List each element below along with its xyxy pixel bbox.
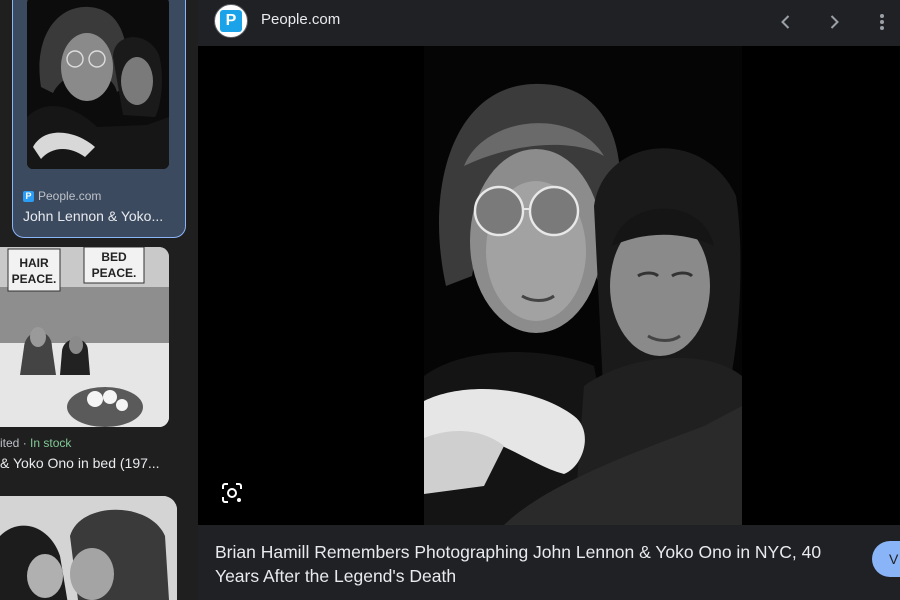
main-image[interactable] — [424, 46, 742, 525]
site-logo[interactable]: P — [214, 4, 248, 38]
preview-footer: Brian Hamill Remembers Photographing Joh… — [198, 525, 900, 600]
result-source-name: ited — [0, 436, 20, 450]
image-preview-panel: P People.com Brian Hamill Remembers Phot… — [198, 0, 900, 600]
result-meta: ited · In stock — [0, 436, 71, 450]
people-favicon-icon: P — [23, 190, 34, 202]
result-card-selected[interactable]: P People.com John Lennon & Yoko... — [12, 0, 186, 238]
preview-header: P People.com — [198, 0, 900, 46]
site-name[interactable]: People.com — [261, 11, 340, 28]
result-thumbnail[interactable] — [27, 0, 169, 169]
result-thumbnail[interactable] — [0, 496, 177, 600]
google-lens-button[interactable] — [220, 481, 244, 505]
svg-text:PEACE.: PEACE. — [92, 266, 137, 280]
result-source: P People.com — [23, 189, 101, 203]
result-source-name: People.com — [38, 189, 102, 203]
visit-button[interactable]: V — [872, 541, 900, 577]
more-vert-icon — [880, 14, 884, 30]
chevron-left-icon — [781, 15, 790, 29]
in-stock-label: In stock — [30, 436, 72, 450]
result-title[interactable]: & Yoko Ono in bed (197... — [0, 455, 160, 471]
main-image-area — [198, 46, 900, 525]
chevron-right-icon — [830, 15, 839, 29]
next-button[interactable] — [820, 8, 848, 36]
svg-text:BED: BED — [101, 250, 127, 264]
image-title[interactable]: Brian Hamill Remembers Photographing Joh… — [215, 540, 855, 588]
people-logo-icon: P — [220, 10, 242, 32]
result-thumbnail[interactable]: HAIR PEACE. BED PEACE. — [0, 247, 169, 427]
svg-text:HAIR: HAIR — [19, 256, 49, 270]
result-title[interactable]: John Lennon & Yoko... — [23, 208, 163, 224]
more-options-button[interactable] — [868, 8, 896, 36]
svg-text:PEACE.: PEACE. — [12, 272, 57, 286]
google-lens-icon — [222, 483, 242, 503]
previous-button[interactable] — [772, 8, 800, 36]
results-column: P People.com John Lennon & Yoko... HAIR … — [0, 0, 198, 600]
meta-separator: · — [19, 436, 31, 450]
